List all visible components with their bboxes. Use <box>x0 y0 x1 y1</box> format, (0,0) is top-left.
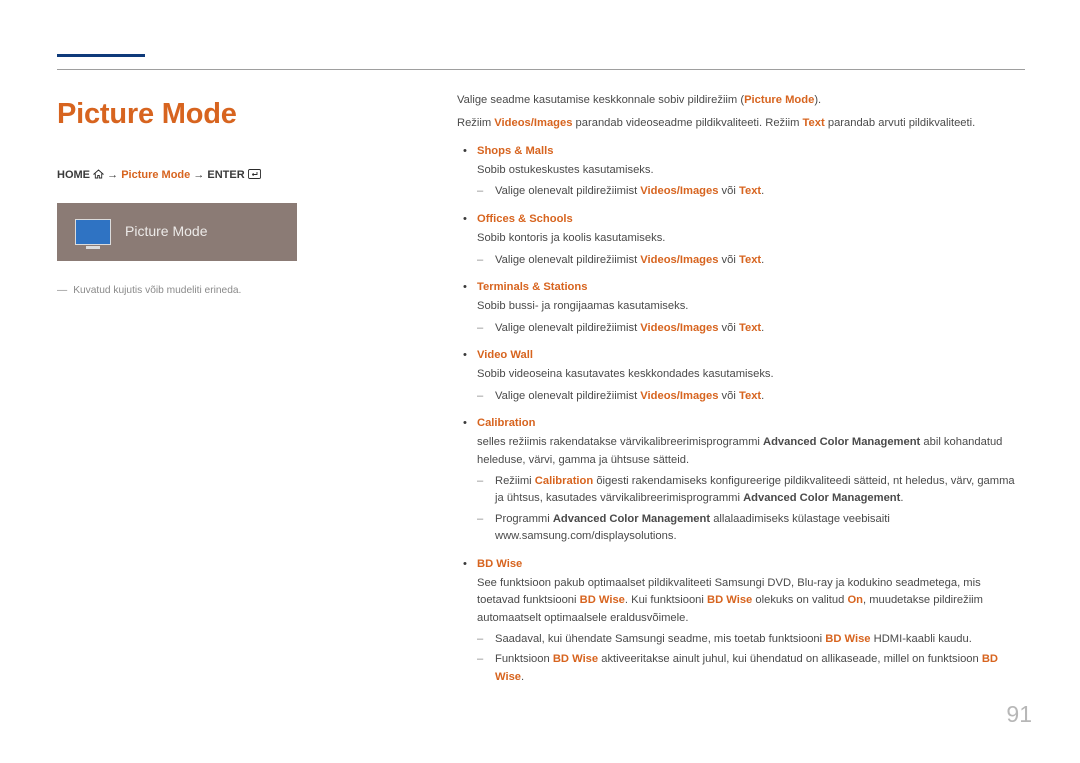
rule-accent <box>57 54 145 57</box>
bd-desc-hl1: BD Wise <box>580 594 625 606</box>
intro2-mid: parandab videoseadme pildikvaliteeti. Re… <box>572 117 802 129</box>
cal-desc-bold: Advanced Color Management <box>763 436 920 448</box>
bd-s1-post: HDMI-kaabli kaudu. <box>871 633 972 645</box>
sub-hl2: Text <box>739 254 761 266</box>
sub-pre: Valige olenevalt pildirežiimist <box>495 390 640 402</box>
mode-sub: Valige olenevalt pildirežiimist Videos/I… <box>477 388 1025 405</box>
sub-pre: Valige olenevalt pildirežiimist <box>495 322 640 334</box>
cal-s1-bold: Advanced Color Management <box>743 492 900 504</box>
bd-s1-hl: BD Wise <box>825 633 870 645</box>
page: Picture Mode HOME → Picture Mode → ENTER… <box>0 0 1080 696</box>
sub-mid: või <box>718 390 739 402</box>
bd-s2-hl1: BD Wise <box>553 653 598 665</box>
ui-card: Picture Mode <box>57 203 297 261</box>
cal-s1-pre: Režiimi <box>495 475 535 487</box>
mode-item-calibration: Calibration selles režiimis rakendatakse… <box>457 415 1025 546</box>
intro1-pre: Valige seadme kasutamise keskkonnale sob… <box>457 94 744 106</box>
cal-s1-hl: Calibration <box>535 475 593 487</box>
sub-hl2: Text <box>739 185 761 197</box>
mode-name: Shops & Malls <box>477 143 1025 160</box>
intro1-hl: Picture Mode <box>744 94 814 106</box>
left-column: Picture Mode HOME → Picture Mode → ENTER… <box>57 92 397 696</box>
sub-mid: või <box>718 322 739 334</box>
enter-icon <box>248 168 261 185</box>
cal-sub1: Režiimi Calibration õigesti rakendamisek… <box>477 473 1025 508</box>
sub-hl2: Text <box>739 322 761 334</box>
mode-item: Terminals & Stations Sobib bussi- ja ron… <box>457 279 1025 337</box>
mode-desc: Sobib ostukeskustes kasutamiseks. <box>477 162 1025 179</box>
page-number: 91 <box>1006 697 1032 733</box>
mode-desc: Sobib bussi- ja rongijaamas kasutamiseks… <box>477 298 1025 315</box>
cal-s2-bold: Advanced Color Management <box>553 513 710 525</box>
nav-home: HOME <box>57 169 90 181</box>
sub-pre: Valige olenevalt pildirežiimist <box>495 254 640 266</box>
intro2-hl1: Videos/Images <box>494 117 572 129</box>
bd-s2-mid: aktiveeritakse ainult juhul, kui ühendat… <box>598 653 982 665</box>
mode-item: Video Wall Sobib videoseina kasutavates … <box>457 347 1025 405</box>
bd-s1-pre: Saadaval, kui ühendate Samsungi seadme, … <box>495 633 825 645</box>
sub-pre: Valige olenevalt pildirežiimist <box>495 185 640 197</box>
bd-s2-pre: Funktsioon <box>495 653 553 665</box>
mode-desc: selles režiimis rakendatakse värvikalibr… <box>477 434 1025 469</box>
intro2-hl2: Text <box>803 117 825 129</box>
left-note: ―Kuvatud kujutis võib mudeliti erineda. <box>57 283 397 299</box>
bd-sub2: Funktsioon BD Wise aktiveeritakse ainult… <box>477 651 1025 686</box>
intro-line2: Režiim Videos/Images parandab videoseadm… <box>457 115 1025 132</box>
sub-hl1: Videos/Images <box>640 390 718 402</box>
cal-sub2: Programmi Advanced Color Management alla… <box>477 511 1025 546</box>
mode-name: Terminals & Stations <box>477 279 1025 296</box>
mode-item: Offices & Schools Sobib kontoris ja kool… <box>457 211 1025 269</box>
mode-sub: Valige olenevalt pildirežiimist Videos/I… <box>477 183 1025 200</box>
cal-desc-pre: selles režiimis rakendatakse värvikalibr… <box>477 436 763 448</box>
nav-enter: ENTER <box>207 169 244 181</box>
intro1-post: ). <box>814 94 821 106</box>
sub-hl1: Videos/Images <box>640 254 718 266</box>
mode-name: Calibration <box>477 415 1025 432</box>
cal-s2-pre: Programmi <box>495 513 553 525</box>
nav-mid: Picture Mode <box>121 169 190 181</box>
bd-desc-hl3: On <box>847 594 863 606</box>
ui-card-label: Picture Mode <box>125 221 207 243</box>
intro: Valige seadme kasutamise keskkonnale sob… <box>457 92 1025 133</box>
page-title: Picture Mode <box>57 92 397 137</box>
bd-desc-hl2: BD Wise <box>707 594 752 606</box>
mode-name: BD Wise <box>477 556 1025 573</box>
mode-desc: See funktsioon pakub optimaalset pildikv… <box>477 575 1025 627</box>
bd-desc-mid2: olekuks on valitud <box>752 594 847 606</box>
mode-item-bdwise: BD Wise See funktsioon pakub optimaalset… <box>457 556 1025 687</box>
sub-post: . <box>761 254 764 266</box>
sub-mid: või <box>718 254 739 266</box>
mode-list: Shops & Malls Sobib ostukeskustes kasuta… <box>457 143 1025 686</box>
monitor-icon <box>75 219 111 245</box>
left-note-text: Kuvatud kujutis võib mudeliti erineda. <box>73 285 241 296</box>
bd-sub1: Saadaval, kui ühendate Samsungi seadme, … <box>477 631 1025 648</box>
intro2-pre: Režiim <box>457 117 494 129</box>
sub-mid: või <box>718 185 739 197</box>
mode-sub: Valige olenevalt pildirežiimist Videos/I… <box>477 320 1025 337</box>
intro2-post: parandab arvuti pildikvaliteeti. <box>825 117 976 129</box>
intro-line1: Valige seadme kasutamise keskkonnale sob… <box>457 92 1025 109</box>
mode-name: Video Wall <box>477 347 1025 364</box>
sub-hl2: Text <box>739 390 761 402</box>
bd-s2-post: . <box>521 671 524 683</box>
right-column: Valige seadme kasutamise keskkonnale sob… <box>457 92 1025 696</box>
nav-path: HOME → Picture Mode → ENTER <box>57 167 397 185</box>
top-rule <box>57 54 1025 72</box>
sub-post: . <box>761 390 764 402</box>
home-icon <box>93 168 104 185</box>
sub-post: . <box>761 322 764 334</box>
cal-s1-post: . <box>900 492 903 504</box>
nav-arrow2: → <box>193 169 207 181</box>
bd-desc-mid1: . Kui funktsiooni <box>625 594 707 606</box>
mode-sub: Valige olenevalt pildirežiimist Videos/I… <box>477 252 1025 269</box>
mode-desc: Sobib videoseina kasutavates keskkondade… <box>477 366 1025 383</box>
sub-post: . <box>761 185 764 197</box>
mode-item: Shops & Malls Sobib ostukeskustes kasuta… <box>457 143 1025 201</box>
rule-thin <box>57 69 1025 70</box>
mode-name: Offices & Schools <box>477 211 1025 228</box>
mode-desc: Sobib kontoris ja koolis kasutamiseks. <box>477 230 1025 247</box>
sub-hl1: Videos/Images <box>640 185 718 197</box>
nav-arrow: → <box>107 169 121 181</box>
sub-hl1: Videos/Images <box>640 322 718 334</box>
